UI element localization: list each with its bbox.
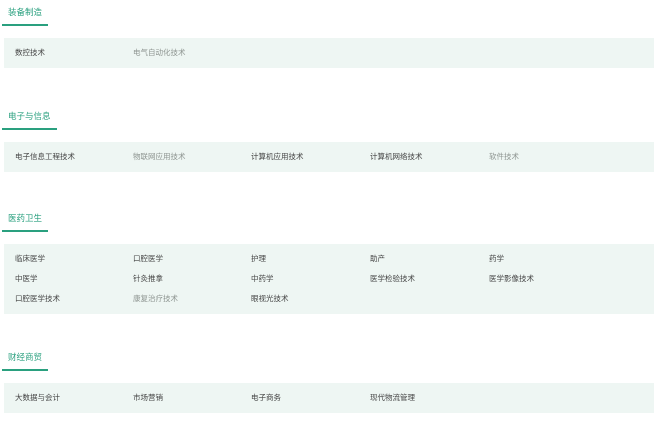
category-title[interactable]: 电子与信息 xyxy=(2,108,57,130)
major-panel: 大数据与会计 市场营销 电子商务 现代物流管理 xyxy=(4,383,654,413)
major-link[interactable]: 现代物流管理 xyxy=(370,392,415,404)
major-link[interactable]: 中医学 xyxy=(15,273,38,285)
major-link[interactable]: 针灸推拿 xyxy=(133,273,163,285)
major-link[interactable]: 电子信息工程技术 xyxy=(15,151,75,163)
major-link[interactable]: 康复治疗技术 xyxy=(133,293,178,305)
category-title[interactable]: 医药卫生 xyxy=(2,210,49,232)
major-link[interactable]: 数控技术 xyxy=(15,47,45,59)
major-link[interactable]: 护理 xyxy=(251,253,266,265)
major-link[interactable]: 大数据与会计 xyxy=(15,392,60,404)
major-link[interactable]: 电气自动化技术 xyxy=(133,47,186,59)
major-link[interactable]: 口腔医学 xyxy=(133,253,163,265)
major-link[interactable]: 临床医学 xyxy=(15,253,45,265)
major-link[interactable]: 电子商务 xyxy=(251,392,281,404)
major-link[interactable]: 中药学 xyxy=(251,273,274,285)
major-link[interactable]: 软件技术 xyxy=(489,151,519,163)
major-link[interactable]: 物联网应用技术 xyxy=(133,151,186,163)
major-link[interactable]: 医学检验技术 xyxy=(370,273,415,285)
major-link[interactable]: 计算机应用技术 xyxy=(251,151,304,163)
category-title[interactable]: 装备制造 xyxy=(2,4,49,26)
major-link[interactable]: 眼视光技术 xyxy=(251,293,289,305)
major-link[interactable]: 药学 xyxy=(489,253,504,265)
major-link[interactable]: 医学影像技术 xyxy=(489,273,534,285)
major-panel: 数控技术 电气自动化技术 xyxy=(4,38,654,68)
major-link[interactable]: 助产 xyxy=(370,253,385,265)
category-title[interactable]: 财经商贸 xyxy=(2,349,49,371)
major-link[interactable]: 计算机网络技术 xyxy=(370,151,423,163)
major-panel: 电子信息工程技术 物联网应用技术 计算机应用技术 计算机网络技术 软件技术 xyxy=(4,142,654,172)
major-link[interactable]: 市场营销 xyxy=(133,392,163,404)
major-link[interactable]: 口腔医学技术 xyxy=(15,293,60,305)
major-panel: 临床医学 口腔医学 护理 助产 药学中医学 针灸推拿 中药学 医学检验技术 医学影像技术口腔医学… xyxy=(4,244,654,314)
